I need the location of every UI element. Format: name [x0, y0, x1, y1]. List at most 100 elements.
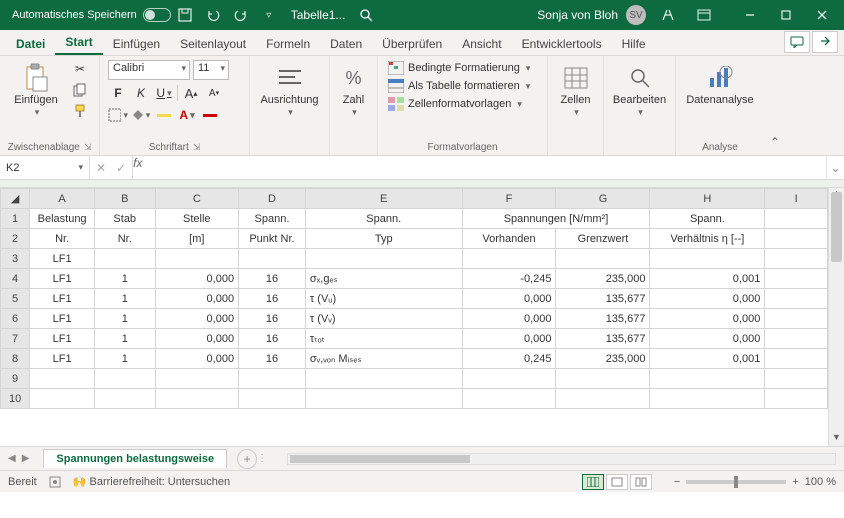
zoom-out-icon[interactable]: −: [674, 476, 680, 488]
scrollbar-thumb[interactable]: [290, 455, 470, 463]
page-break-view-button[interactable]: [630, 474, 652, 490]
fx-icon[interactable]: fx: [133, 156, 149, 179]
collapse-ribbon-icon[interactable]: ⌃: [764, 56, 786, 155]
user-area: Sonja von Bloh SV: [537, 1, 840, 29]
comments-button[interactable]: [784, 31, 810, 53]
maximize-button[interactable]: [768, 1, 804, 29]
undo-icon[interactable]: [199, 1, 227, 29]
expand-formula-bar-icon[interactable]: ⌄: [826, 156, 844, 179]
column-headers[interactable]: ◢ ABCDEFGHI: [1, 189, 828, 209]
italic-button[interactable]: K: [131, 84, 151, 102]
row-header[interactable]: 2: [1, 229, 30, 249]
normal-view-button[interactable]: [582, 474, 604, 490]
vertical-scrollbar[interactable]: ▲ ▼: [828, 188, 844, 446]
alignment-button[interactable]: Ausrichtung▾: [262, 60, 318, 122]
compatibility-icon[interactable]: [654, 1, 682, 29]
clipboard-group-label: Zwischenablage: [8, 142, 80, 153]
row-header[interactable]: 5: [1, 289, 30, 309]
macro-record-icon[interactable]: [49, 476, 61, 488]
tab-review[interactable]: Überprüfen: [372, 33, 452, 55]
formula-bar: K2 ✕ ✓ fx ⌄: [0, 156, 844, 180]
sheet-nav-prev-icon[interactable]: ◀: [8, 453, 16, 464]
redo-icon[interactable]: [227, 1, 255, 29]
page-layout-view-button[interactable]: [606, 474, 628, 490]
tab-data[interactable]: Daten: [320, 33, 372, 55]
grow-font-icon[interactable]: A▴: [181, 84, 201, 102]
copy-icon[interactable]: [70, 81, 90, 99]
scroll-down-icon[interactable]: ▼: [829, 432, 844, 446]
number-button[interactable]: % Zahl▾: [338, 60, 370, 122]
font-size-select[interactable]: 11: [193, 60, 229, 80]
tab-help[interactable]: Hilfe: [612, 33, 656, 55]
tab-dev[interactable]: Entwicklertools: [512, 33, 612, 55]
tab-file[interactable]: Datei: [6, 33, 55, 55]
cell-styles[interactable]: Zellenformatvorlagen▾: [386, 96, 532, 112]
underline-button[interactable]: U ▾: [154, 84, 174, 102]
number-label: Zahl: [343, 94, 364, 106]
fill-color-icon[interactable]: ▾: [131, 106, 151, 124]
sheet-tab-active[interactable]: Spannungen belastungsweise: [43, 449, 227, 468]
data-analysis-button[interactable]: Datenanalyse: [684, 60, 756, 110]
select-all-button[interactable]: ◢: [1, 189, 30, 209]
styles-group-label: Formatvorlagen: [427, 142, 497, 153]
dialog-launcher-icon[interactable]: ⇲: [193, 142, 201, 153]
avatar[interactable]: SV: [626, 5, 646, 25]
clipboard-icon: [22, 64, 50, 92]
zoom-level[interactable]: 100 %: [805, 476, 836, 488]
cut-icon[interactable]: ✂: [70, 60, 90, 78]
accessibility-status[interactable]: 🙌 Barrierefreiheit: Untersuchen: [73, 475, 230, 488]
enter-formula-icon[interactable]: ✓: [116, 161, 126, 175]
name-box[interactable]: K2: [0, 156, 90, 179]
formula-input[interactable]: [149, 156, 826, 179]
cells-button[interactable]: Zellen▾: [556, 60, 595, 122]
tab-formulas[interactable]: Formeln: [256, 33, 320, 55]
minimize-button[interactable]: [732, 1, 768, 29]
row-header[interactable]: 4: [1, 269, 30, 289]
horizontal-scrollbar[interactable]: [287, 453, 836, 465]
tab-insert[interactable]: Einfügen: [103, 33, 170, 55]
editing-button[interactable]: Bearbeiten▾: [611, 60, 668, 122]
conditional-formatting[interactable]: Bedingte Formatierung▾: [386, 60, 532, 76]
autosave-toggle[interactable]: Automatisches Speichern: [12, 8, 171, 22]
tab-start[interactable]: Start: [55, 31, 102, 55]
format-as-table[interactable]: Als Tabelle formatieren▾: [386, 78, 532, 94]
ribbon-display-icon[interactable]: [690, 1, 718, 29]
share-button[interactable]: [812, 31, 838, 53]
cond-format-icon: [388, 61, 404, 75]
dialog-launcher-icon[interactable]: ⇲: [84, 142, 92, 153]
zoom-slider[interactable]: [686, 480, 786, 484]
cell-grid[interactable]: ◢ ABCDEFGHI 1 BelastungStabStelleSpann.S…: [0, 188, 828, 409]
row-header[interactable]: 6: [1, 309, 30, 329]
save-icon[interactable]: [171, 1, 199, 29]
borders-icon[interactable]: ▾: [108, 106, 128, 124]
align-icon: [276, 64, 304, 92]
scrollbar-thumb[interactable]: [831, 192, 842, 262]
row-header[interactable]: 1: [1, 209, 30, 229]
document-name: Tabelle1...: [291, 8, 346, 22]
row-header[interactable]: 7: [1, 329, 30, 349]
align-label: Ausrichtung: [260, 94, 318, 106]
cancel-formula-icon[interactable]: ✕: [96, 161, 106, 175]
row-header[interactable]: 8: [1, 349, 30, 369]
bold-button[interactable]: F: [108, 84, 128, 102]
search-icon[interactable]: [359, 8, 373, 22]
new-sheet-button[interactable]: +: [237, 449, 257, 469]
zoom-control[interactable]: − + 100 %: [674, 476, 836, 488]
format-painter-icon[interactable]: [70, 102, 90, 120]
zoom-in-icon[interactable]: +: [792, 476, 798, 488]
shrink-font-icon[interactable]: A▾: [204, 84, 224, 102]
tab-view[interactable]: Ansicht: [452, 33, 511, 55]
row-header[interactable]: 9: [1, 369, 30, 389]
font-color-icon[interactable]: A▾: [177, 106, 197, 124]
row-header[interactable]: 3: [1, 249, 30, 269]
sheet-nav-next-icon[interactable]: ▶: [22, 453, 30, 464]
cells-icon: [562, 64, 590, 92]
row-header[interactable]: 10: [1, 389, 30, 409]
qat-customize-icon[interactable]: ▿: [255, 1, 283, 29]
close-button[interactable]: [804, 1, 840, 29]
toggle-off-icon[interactable]: [143, 8, 171, 22]
paste-button[interactable]: Einfügen▾: [8, 60, 64, 122]
find-icon: [626, 64, 654, 92]
tab-layout[interactable]: Seitenlayout: [170, 33, 256, 55]
font-name-select[interactable]: Calibri: [108, 60, 190, 80]
